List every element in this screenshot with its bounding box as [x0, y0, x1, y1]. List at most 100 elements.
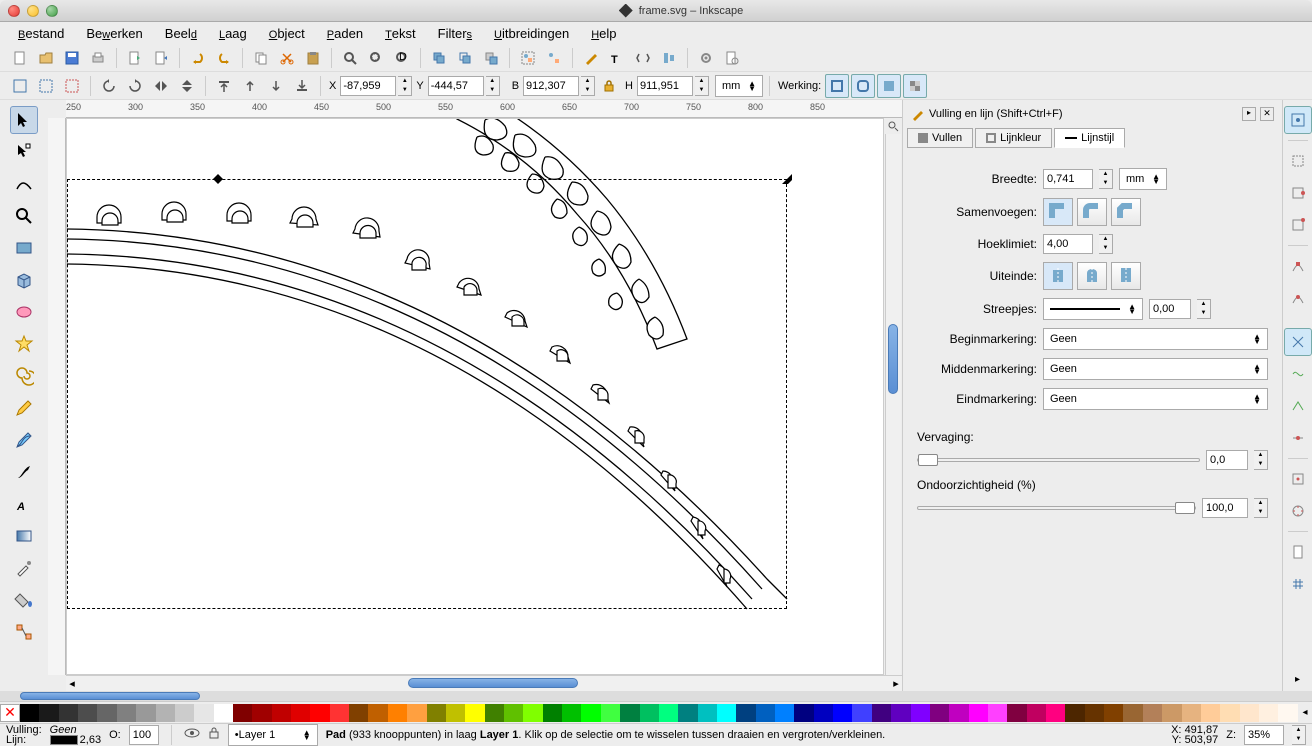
affect-stroke-button[interactable] — [825, 74, 849, 98]
menu-uitbreidingen[interactable]: Uitbreidingen — [484, 24, 579, 43]
color-swatch[interactable] — [1046, 704, 1065, 722]
color-swatch[interactable] — [504, 704, 523, 722]
dialog-close-button[interactable]: ✕ — [1260, 107, 1274, 121]
dialog-detach-button[interactable]: ▸ — [1242, 107, 1256, 121]
text-tool[interactable]: A — [10, 490, 38, 518]
tab-stroke-style[interactable]: Lijnstijl — [1054, 128, 1125, 148]
group-button[interactable] — [516, 46, 540, 70]
tab-stroke-paint[interactable]: Lijnkleur — [975, 128, 1052, 148]
color-swatch[interactable] — [601, 704, 620, 722]
zoom-tool[interactable] — [10, 202, 38, 230]
3dbox-tool[interactable] — [10, 266, 38, 294]
menu-object[interactable]: Object — [259, 24, 315, 43]
x-spinner[interactable]: ▲▼ — [398, 76, 412, 96]
color-swatch[interactable] — [427, 704, 446, 722]
color-swatch[interactable] — [59, 704, 78, 722]
color-swatch[interactable] — [911, 704, 930, 722]
snap-scroll-right[interactable]: ▸ — [1295, 674, 1300, 685]
ungroup-button[interactable] — [542, 46, 566, 70]
rotate-cw-button[interactable] — [123, 74, 147, 98]
fill-stroke-button[interactable] — [579, 46, 603, 70]
raise-top-button[interactable] — [212, 74, 236, 98]
opacity-slider[interactable] — [917, 506, 1196, 510]
rect-tool[interactable] — [10, 234, 38, 262]
save-button[interactable] — [60, 46, 84, 70]
copy-button[interactable] — [249, 46, 273, 70]
color-swatch[interactable] — [485, 704, 504, 722]
snap-enable-button[interactable] — [1284, 106, 1312, 134]
tweak-tool[interactable] — [10, 170, 38, 198]
color-swatch[interactable] — [291, 704, 310, 722]
ruler-vertical[interactable] — [48, 118, 66, 675]
menu-tekst[interactable]: Tekst — [375, 24, 426, 43]
color-swatch[interactable] — [1162, 704, 1181, 722]
color-swatch[interactable] — [1278, 704, 1297, 722]
end-marker-select[interactable]: Geen▲▼ — [1043, 388, 1268, 410]
color-swatch[interactable] — [78, 704, 97, 722]
color-swatch[interactable] — [233, 704, 252, 722]
window-close-button[interactable] — [8, 5, 20, 17]
import-button[interactable] — [123, 46, 147, 70]
tab-fill[interactable]: Vullen — [907, 128, 973, 148]
cap-round-button[interactable] — [1077, 262, 1107, 290]
snap-node-button[interactable] — [1284, 252, 1312, 280]
color-swatch[interactable] — [465, 704, 484, 722]
open-button[interactable] — [34, 46, 58, 70]
menu-help[interactable]: Help — [581, 24, 626, 43]
no-color-swatch[interactable]: ✕ — [0, 704, 20, 722]
xml-editor-button[interactable] — [631, 46, 655, 70]
lock-aspect-button[interactable] — [597, 74, 621, 98]
deselect-button[interactable] — [60, 74, 84, 98]
color-swatch[interactable] — [446, 704, 465, 722]
connector-tool[interactable] — [10, 618, 38, 646]
menu-filters[interactable]: Filters — [428, 24, 482, 43]
selector-tool[interactable] — [10, 106, 38, 134]
menu-laag[interactable]: Laag — [209, 24, 257, 43]
color-swatch[interactable] — [39, 704, 58, 722]
color-swatch[interactable] — [543, 704, 562, 722]
width-spinner[interactable]: ▲▼ — [1099, 169, 1113, 189]
color-swatch[interactable] — [1182, 704, 1201, 722]
align-dialog-button[interactable] — [657, 46, 681, 70]
color-swatch[interactable] — [1085, 704, 1104, 722]
redo-button[interactable] — [212, 46, 236, 70]
scrollbar-horizontal[interactable]: ◂ ▸ — [66, 675, 902, 691]
rotate-ccw-button[interactable] — [97, 74, 121, 98]
color-swatch[interactable] — [814, 704, 833, 722]
window-zoom-button[interactable] — [46, 5, 58, 17]
color-swatch[interactable] — [1143, 704, 1162, 722]
document-properties-button[interactable] — [720, 46, 744, 70]
color-swatch[interactable] — [1065, 704, 1084, 722]
color-swatch[interactable] — [1007, 704, 1026, 722]
color-swatch[interactable] — [1027, 704, 1046, 722]
y-spinner[interactable]: ▲▼ — [486, 76, 500, 96]
affect-gradient-button[interactable] — [877, 74, 901, 98]
paste-button[interactable] — [301, 46, 325, 70]
snap-smooth-button[interactable] — [1284, 360, 1312, 388]
miter-spinner[interactable]: ▲▼ — [1099, 234, 1113, 254]
affect-pattern-button[interactable] — [903, 74, 927, 98]
menu-paden[interactable]: Paden — [317, 24, 373, 43]
flip-h-button[interactable] — [149, 74, 173, 98]
color-swatch[interactable] — [214, 704, 233, 722]
palette-menu-button[interactable]: ◂ — [1298, 707, 1312, 718]
color-swatch[interactable] — [988, 704, 1007, 722]
snap-intersection-button[interactable] — [1284, 328, 1312, 356]
color-swatch[interactable] — [756, 704, 775, 722]
palette-scrollbar[interactable] — [0, 691, 1312, 701]
scrollbar-vertical[interactable] — [885, 134, 901, 675]
ruler-horizontal[interactable]: 250300350400450500550600650700750800850 — [66, 100, 902, 118]
color-swatch[interactable] — [156, 704, 175, 722]
snap-page-button[interactable] — [1284, 538, 1312, 566]
color-swatch[interactable] — [252, 704, 271, 722]
color-swatch[interactable] — [620, 704, 639, 722]
color-swatch[interactable] — [698, 704, 717, 722]
flip-v-button[interactable] — [175, 74, 199, 98]
node-tool[interactable] — [10, 138, 38, 166]
pencil-tool[interactable] — [10, 394, 38, 422]
color-swatch[interactable] — [581, 704, 600, 722]
snap-grid-button[interactable] — [1284, 570, 1312, 598]
join-bevel-button[interactable] — [1111, 198, 1141, 226]
select-all-layers-button[interactable] — [34, 74, 58, 98]
color-swatch[interactable] — [349, 704, 368, 722]
